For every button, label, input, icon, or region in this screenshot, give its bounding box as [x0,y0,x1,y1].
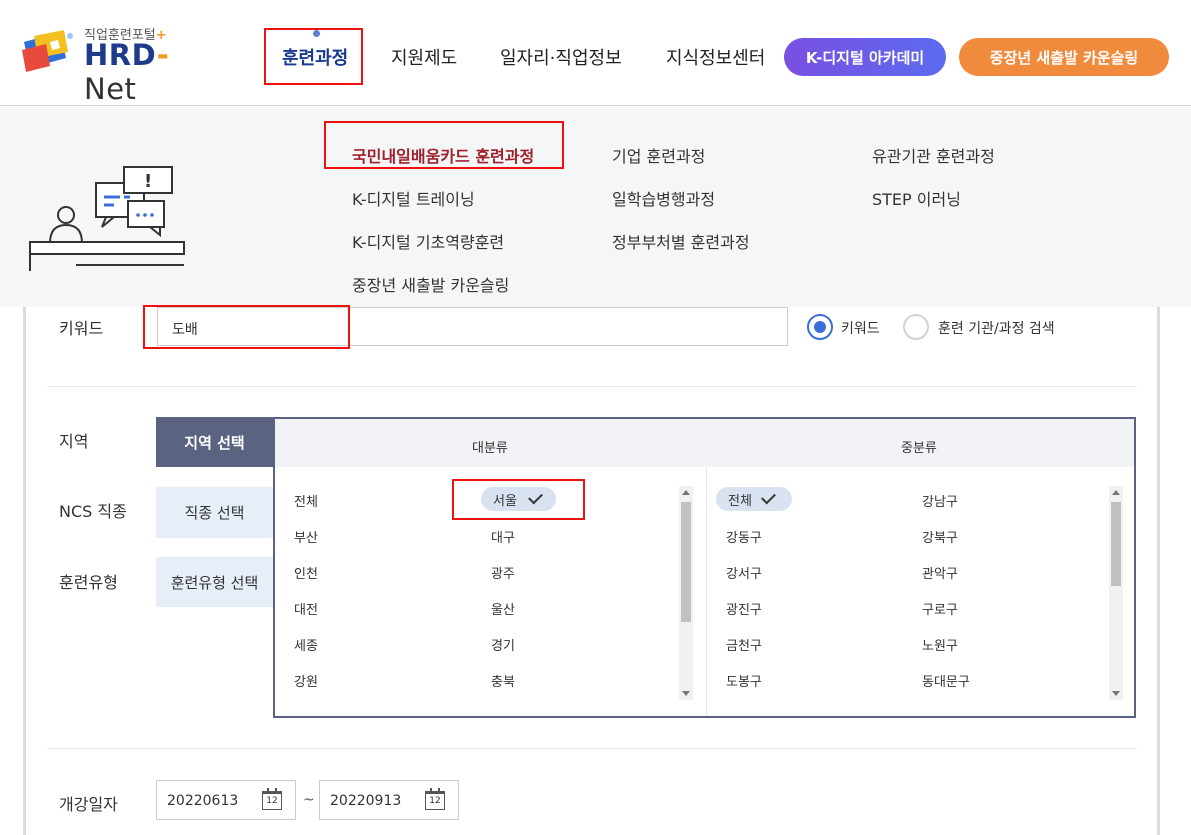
region-item[interactable]: 대전 [294,599,318,618]
region-item[interactable]: 대구 [491,527,515,546]
district-item-selected[interactable]: 전체 [716,487,792,511]
header: 직업훈련포털+ HRD- Net 훈련과정 지원제도 일자리·직업정보 지식정보… [0,0,1191,106]
region-picker: 대분류 중분류 전체 서울 부산 대구 인천 광주 대전 울산 세종 경기 강원… [273,417,1136,718]
district-item[interactable]: 강동구 [726,527,762,546]
region-item[interactable]: 세종 [294,635,318,654]
region-item[interactable]: 전체 [294,491,318,510]
scroll-up-icon[interactable] [1112,490,1120,495]
nav-support-system[interactable]: 지원제도 [391,44,457,70]
radio-keyword[interactable] [807,314,833,340]
district-item[interactable]: 강남구 [922,491,958,510]
svg-text:!: ! [144,171,152,192]
logo-name: HRD- Net [84,38,170,106]
district-item[interactable]: 강서구 [726,563,762,582]
training-type-label: 훈련유형 [59,573,118,592]
ncs-select-button[interactable]: 직종 선택 [156,487,273,538]
page: 직업훈련포털+ HRD- Net 훈련과정 지원제도 일자리·직업정보 지식정보… [0,0,1191,835]
menu-midlife-counseling[interactable]: 중장년 새출발 카운슬링 [352,272,509,296]
menu-k-digital-basic[interactable]: K-디지털 기초역량훈련 [352,229,504,253]
logo-mark-icon [22,30,73,72]
region-item[interactable]: 충북 [491,671,515,690]
menu-work-study-courses[interactable]: 일학습병행과정 [612,186,715,210]
end-date-input[interactable]: 20220913 12 [319,780,459,820]
radio-institution-label: 훈련 기관/과정 검색 [938,321,1055,337]
menu-k-digital-training[interactable]: K-디지털 트레이닝 [352,186,475,210]
scroll-thumb[interactable] [1111,502,1121,586]
start-date-label: 개강일자 [59,795,118,814]
major-category-header: 대분류 [472,441,508,456]
major-scrollbar[interactable] [679,486,693,700]
radio-keyword-label: 키워드 [841,321,880,337]
scroll-down-icon[interactable] [682,691,690,696]
district-item[interactable]: 강북구 [922,527,958,546]
training-type-select-button[interactable]: 훈련유형 선택 [156,557,273,607]
nav-job-info[interactable]: 일자리·직업정보 [500,44,622,70]
hrd-net-logo[interactable]: 직업훈련포털+ HRD- Net [20,22,220,106]
divider [47,386,1137,387]
district-item[interactable]: 동대문구 [922,671,970,690]
check-icon [761,489,776,505]
mega-menu: ! 국민내일배움카드 훈련과정 K-디지털 트레이닝 K-디지털 기초역량훈련 … [0,107,1191,307]
region-item[interactable]: 광주 [491,563,515,582]
menu-related-institution-courses[interactable]: 유관기관 훈련과정 [872,143,995,167]
divider [47,748,1137,749]
scroll-thumb[interactable] [681,502,691,622]
menu-ministry-courses[interactable]: 정부부처별 훈련과정 [612,229,750,253]
district-item[interactable]: 노원구 [922,635,958,654]
district-item[interactable]: 구로구 [922,599,958,618]
region-select-button[interactable]: 지역 선택 [156,417,273,467]
region-item[interactable]: 부산 [294,527,318,546]
picker-header: 대분류 중분류 [275,419,1134,467]
radio-institution[interactable] [903,314,929,340]
start-date-input[interactable]: 20220613 12 [156,780,296,820]
highlight-box-seoul [452,479,585,520]
counseling-illustration-icon: ! [29,166,185,271]
ncs-label: NCS 직종 [59,502,127,521]
calendar-icon[interactable]: 12 [262,788,282,810]
start-date-value: 20220613 [167,793,239,809]
date-separator: ~ [303,792,315,808]
menu-step-elearning[interactable]: STEP 이러닝 [872,186,961,210]
column-separator [706,467,707,716]
district-item[interactable]: 광진구 [726,599,762,618]
district-item-label: 전체 [728,493,752,509]
region-item[interactable]: 인천 [294,563,318,582]
region-item[interactable]: 울산 [491,599,515,618]
district-item[interactable]: 관악구 [922,563,958,582]
district-item[interactable]: 금천구 [726,635,762,654]
keyword-label: 키워드 [59,319,104,338]
k-digital-academy-button[interactable]: K-디지털 아카데미 [784,38,946,76]
scroll-up-icon[interactable] [682,490,690,495]
nav-knowledge-center[interactable]: 지식정보센터 [666,44,765,70]
midlife-counseling-button[interactable]: 중장년 새출발 카운슬링 [959,38,1169,76]
region-label: 지역 [59,432,89,451]
highlight-box-nav [264,28,363,85]
minor-category-header: 중분류 [901,441,937,456]
region-item[interactable]: 경기 [491,635,515,654]
menu-company-courses[interactable]: 기업 훈련과정 [612,143,705,167]
minor-scrollbar[interactable] [1109,486,1123,700]
highlight-box-keyword [143,305,350,349]
scroll-down-icon[interactable] [1112,691,1120,696]
highlight-box-menu [324,121,564,169]
calendar-icon[interactable]: 12 [425,788,445,810]
region-item[interactable]: 강원 [294,671,318,690]
district-item[interactable]: 도봉구 [726,671,762,690]
end-date-value: 20220913 [330,793,402,809]
